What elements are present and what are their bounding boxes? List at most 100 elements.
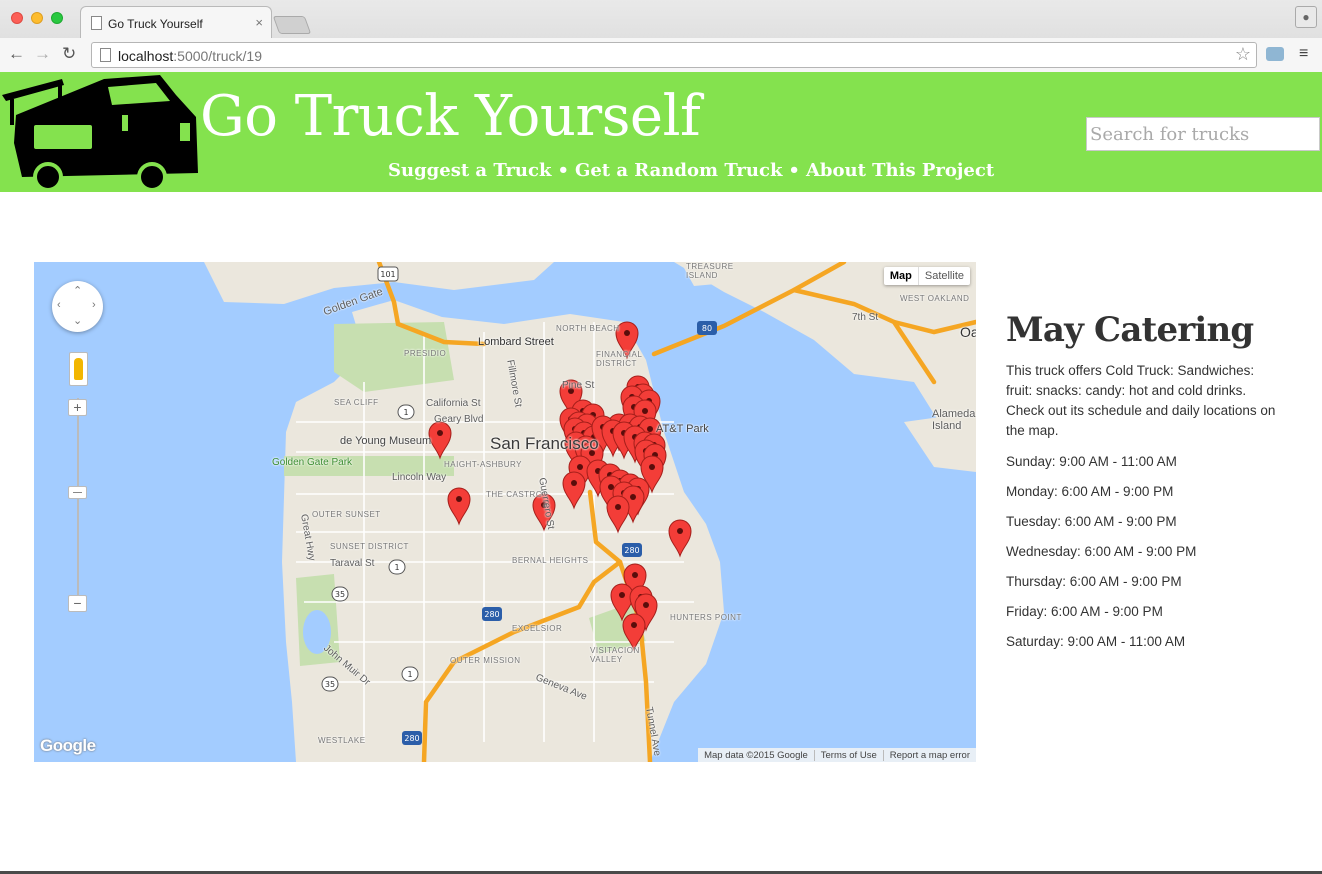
address-url: localhost:5000/truck/19 (118, 48, 262, 64)
truck-schedule: Sunday: 9:00 AM - 11:00 AM Monday: 6:00 … (1006, 452, 1276, 662)
truck-description: This truck offers Cold Truck: Sandwiches… (1006, 363, 1276, 438)
map-label: SUNSET DISTRICT (330, 542, 409, 551)
map-label: Alameda Island (932, 408, 976, 432)
pan-right-icon[interactable]: › (92, 299, 96, 311)
forward-arrow-icon[interactable]: → (34, 43, 51, 65)
food-truck-logo[interactable] (0, 73, 200, 191)
schedule-item: Monday: 6:00 AM - 9:00 PM (1006, 484, 1174, 499)
schedule-item: Saturday: 9:00 AM - 11:00 AM (1006, 634, 1186, 649)
tab-close-icon[interactable]: × (255, 15, 263, 30)
map-label: FINANCIAL DISTRICT (596, 350, 642, 368)
page-icon (100, 48, 111, 62)
schedule-item: Sunday: 9:00 AM - 11:00 AM (1006, 454, 1177, 469)
site-title[interactable]: Go Truck Yourself (200, 84, 701, 149)
map-label: WEST OAKLAND (900, 294, 970, 303)
close-window-button[interactable] (11, 12, 23, 24)
zoom-in-button[interactable]: + (68, 399, 87, 416)
pan-left-icon[interactable]: ‹ (57, 299, 61, 311)
map-label: TREASURE ISLAND (686, 262, 734, 280)
map-label: PRESIDIO (404, 349, 447, 358)
back-arrow-icon[interactable]: ← (8, 43, 25, 65)
minimize-window-button[interactable] (31, 12, 43, 24)
map-label: 7th St (852, 312, 879, 323)
zoom-slider-handle[interactable] (68, 486, 87, 499)
page-icon (91, 16, 102, 30)
zoom-slider-track[interactable] (77, 398, 79, 604)
map-label: VISITACION VALLEY (590, 646, 640, 664)
site-nav: Suggest a Truck • Get a Random Truck • About… (388, 160, 994, 181)
svg-text:35: 35 (325, 680, 335, 689)
google-logo: Google (40, 736, 96, 755)
map-label: AT&T Park (656, 423, 709, 435)
camera-icon[interactable] (1266, 47, 1284, 61)
map-label: Golden Gate Park (272, 457, 353, 468)
map-label: Pine St (562, 380, 595, 391)
map-label: EXCELSIOR (512, 624, 563, 633)
truck-info-panel: May Catering This truck offers Cold Truc… (1006, 310, 1276, 662)
map-type-control: Map Satellite (883, 267, 970, 285)
report-map-error-link[interactable]: Report a map error (882, 749, 976, 761)
map-label: Lombard Street (478, 336, 554, 348)
map-label: THE CASTRO (486, 490, 543, 499)
svg-text:1: 1 (407, 670, 412, 679)
map-label: SEA CLIFF (334, 398, 379, 407)
map-label: NORTH BEACH (556, 324, 620, 333)
map-type-satellite-button[interactable]: Satellite (919, 267, 970, 285)
svg-text:35: 35 (335, 590, 345, 599)
browser-chrome: Go Truck Yourself × ● ← → ↻ localhost:50… (0, 0, 1322, 72)
svg-text:80: 80 (702, 324, 712, 333)
map-label: OUTER MISSION (450, 656, 521, 665)
truck-name: May Catering (1006, 310, 1254, 350)
nav-suggest-truck[interactable]: Suggest a Truck (388, 160, 551, 181)
svg-text:280: 280 (484, 610, 499, 619)
pan-down-icon[interactable]: ⌄ (73, 314, 82, 327)
map-label: Lincoln Way (392, 472, 447, 483)
zoom-out-button[interactable]: − (68, 595, 87, 612)
svg-text:1: 1 (394, 563, 399, 572)
profile-icon[interactable]: ● (1295, 6, 1317, 28)
map-data-credit: Map data ©2015 Google (704, 749, 808, 761)
svg-text:280: 280 (624, 546, 639, 555)
map-label: OUTER SUNSET (312, 510, 381, 519)
reload-icon[interactable]: ↻ (62, 43, 76, 65)
menu-icon[interactable]: ≡ (1299, 46, 1308, 62)
svg-text:101: 101 (380, 270, 395, 279)
map-label: HAIGHT-ASHBURY (444, 460, 522, 469)
schedule-item: Tuesday: 6:00 AM - 9:00 PM (1006, 514, 1177, 529)
truck-map[interactable]: 101 80 1 1 280 280 280 35 35 1 Golden Ga… (34, 262, 976, 762)
terms-of-use-link[interactable]: Terms of Use (813, 749, 883, 761)
map-label: BERNAL HEIGHTS (512, 556, 589, 565)
map-label: Oa (960, 324, 976, 340)
map-type-map-button[interactable]: Map (884, 267, 919, 285)
map-pan-control[interactable]: ⌃ ⌄ ‹ › (52, 281, 103, 332)
nav-about-project[interactable]: About This Project (806, 160, 994, 181)
tab-title: Go Truck Yourself (108, 17, 203, 31)
maximize-window-button[interactable] (51, 12, 63, 24)
truck-search-input[interactable] (1086, 117, 1320, 151)
nav-random-truck[interactable]: Get a Random Truck (575, 160, 782, 181)
schedule-item: Friday: 6:00 AM - 9:00 PM (1006, 604, 1163, 619)
address-bar[interactable]: localhost:5000/truck/19 ☆ (91, 42, 1257, 68)
svg-text:1: 1 (403, 408, 408, 417)
browser-tab[interactable]: Go Truck Yourself × (80, 6, 272, 38)
map-label: Geary Blvd (434, 414, 484, 425)
site-header: Go Truck Yourself Suggest a Truck • Get a … (0, 72, 1322, 192)
map-attribution: Map data ©2015 Google Terms of Use Repor… (698, 748, 976, 762)
map-label: HUNTERS POINT (670, 613, 742, 622)
schedule-item: Thursday: 6:00 AM - 9:00 PM (1006, 574, 1182, 589)
map-label: WESTLAKE (318, 736, 366, 745)
map-label-city: San Francisco (490, 434, 599, 453)
new-tab-button[interactable] (272, 16, 312, 34)
map-label: California St (426, 398, 481, 409)
map-label: de Young Museum (340, 435, 432, 447)
svg-text:280: 280 (404, 734, 419, 743)
nav-separator: • (557, 160, 569, 181)
street-view-pegman-icon[interactable] (69, 352, 88, 386)
bookmark-star-icon[interactable]: ☆ (1235, 44, 1251, 65)
pan-up-icon[interactable]: ⌃ (73, 284, 82, 297)
map-label: Taraval St (330, 558, 375, 569)
schedule-item: Wednesday: 6:00 AM - 9:00 PM (1006, 544, 1197, 559)
map-land-eastbay (674, 262, 976, 422)
nav-separator: • (788, 160, 800, 181)
browser-toolbar: ← → ↻ localhost:5000/truck/19 ☆ ≡ (0, 38, 1322, 72)
